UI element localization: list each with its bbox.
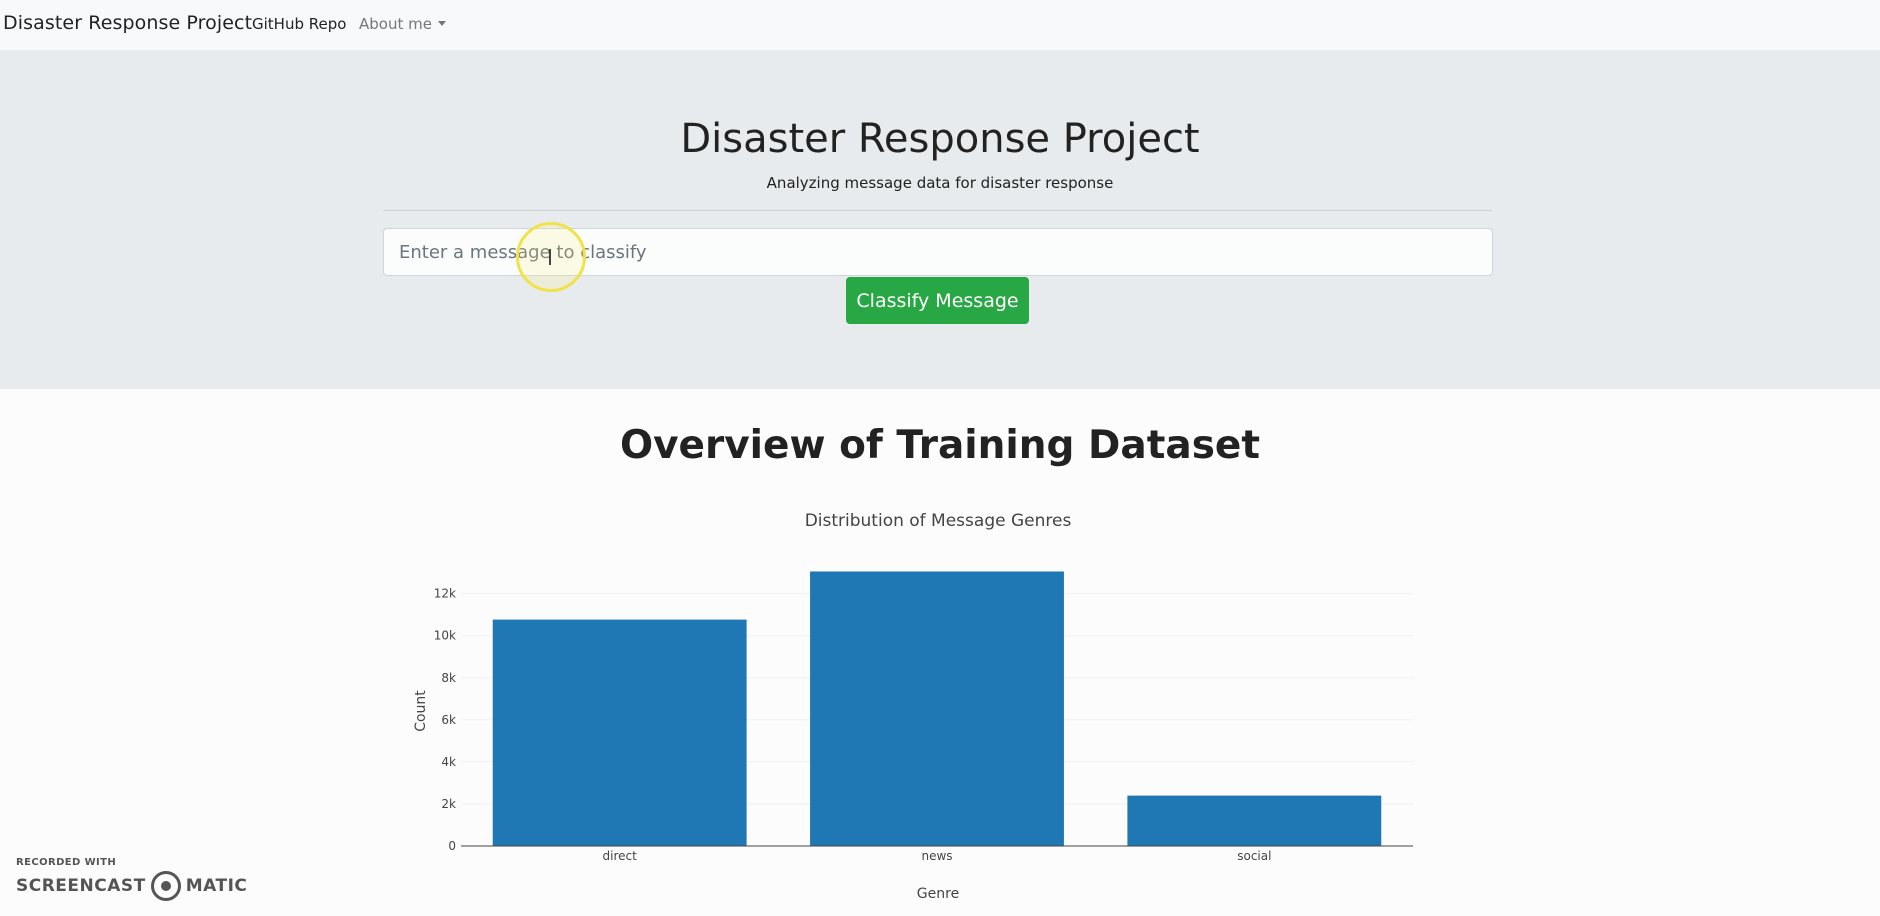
caret-down-icon bbox=[437, 21, 446, 26]
nav-dropdown-label: About me bbox=[359, 15, 432, 33]
watermark-right: MATIC bbox=[185, 876, 248, 896]
overview-title: Overview of Training Dataset bbox=[619, 423, 1261, 468]
x-tick-label: social bbox=[1237, 849, 1271, 863]
jumbotron: Disaster Response Project Analyzing mess… bbox=[0, 50, 1880, 389]
y-tick-label: 10k bbox=[434, 629, 456, 643]
y-tick-label: 2k bbox=[441, 797, 456, 811]
record-icon bbox=[150, 871, 181, 901]
watermark-logo: SCREENCAST MATIC bbox=[16, 871, 247, 901]
watermark-left: SCREENCAST bbox=[16, 876, 146, 896]
nav-dropdown-about-me[interactable]: About me bbox=[359, 15, 446, 33]
divider bbox=[383, 210, 1492, 211]
y-axis-label: Count bbox=[413, 690, 429, 732]
page-title: Disaster Response Project bbox=[680, 116, 1200, 162]
screencast-watermark: RECORDED WITH SCREENCAST MATIC bbox=[16, 857, 247, 901]
message-input[interactable] bbox=[383, 228, 1493, 276]
y-tick-label: 0 bbox=[448, 839, 456, 853]
page-subtitle: Analyzing message data for disaster resp… bbox=[766, 174, 1114, 192]
genre-distribution-chart: Distribution of Message Genres 0 2k 4k 6k 8k… bbox=[413, 511, 1413, 902]
navbar-brand[interactable]: Disaster Response Project bbox=[3, 12, 252, 34]
nav-link-github-repo[interactable]: GitHub Repo bbox=[252, 15, 346, 33]
y-tick-label: 4k bbox=[441, 755, 456, 769]
y-tick-label: 8k bbox=[441, 671, 456, 685]
bar-direct[interactable] bbox=[492, 619, 747, 846]
x-tick-label: direct bbox=[603, 849, 638, 863]
bar-news[interactable] bbox=[810, 571, 1064, 846]
navbar: Disaster Response Project GitHub Repo Ab… bbox=[0, 0, 1880, 50]
x-tick-label: news bbox=[921, 849, 952, 863]
bar-social[interactable] bbox=[1127, 795, 1382, 846]
y-tick-label: 12k bbox=[434, 587, 456, 601]
watermark-line1: RECORDED WITH bbox=[16, 857, 117, 868]
x-axis-label: Genre bbox=[917, 886, 959, 902]
classify-message-button[interactable]: Classify Message bbox=[846, 277, 1029, 324]
chart-title: Distribution of Message Genres bbox=[805, 511, 1072, 531]
y-tick-label: 6k bbox=[441, 713, 456, 727]
